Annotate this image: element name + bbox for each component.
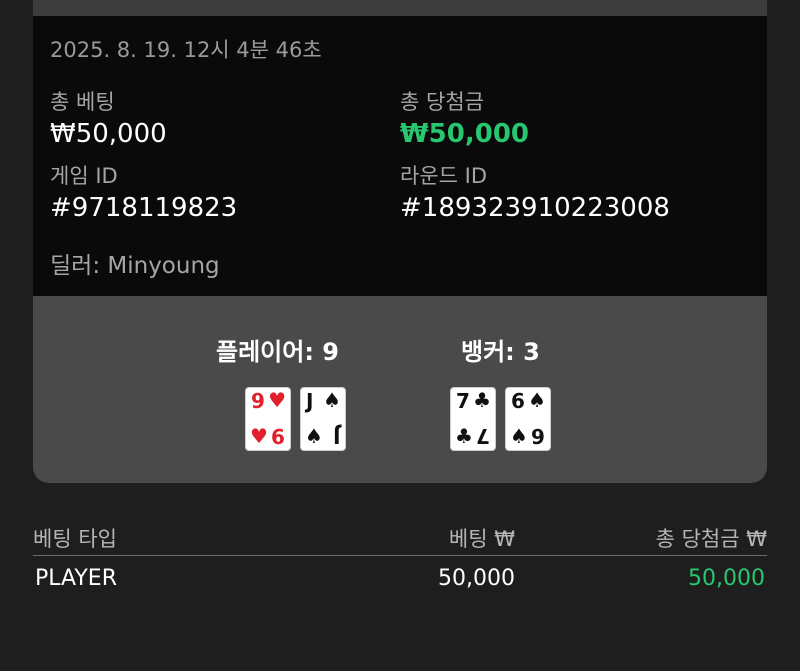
total-win-value: ₩50,000 [400,119,530,149]
round-id-value: #189323910223008 [400,193,670,223]
card-rank: 7 [456,389,470,413]
hands-area: 플레이어: 9 뱅커: 3 9 ♥ ♥ 9 J ♠ ♠ J 7 ♣ ♣ 7 6 ♠ ♠ 6 [33,296,767,483]
card-rank: J [306,389,314,413]
card-suit-icon: ♠ [305,424,323,448]
dealer-name: 딜러: Minyoung [50,253,220,279]
total-bet-value: ₩50,000 [50,119,167,149]
header-bet-amount: 베팅 ₩ [448,527,515,551]
player-card-1: 9 ♥ ♥ 9 [245,387,291,451]
card-suit-icon: ♠ [510,424,528,448]
round-info-panel: 2025. 8. 19. 12시 4분 46초 총 베팅 ₩50,000 총 당… [33,16,767,296]
card-rank: 6 [531,424,545,448]
banker-card-1: 7 ♣ ♣ 7 [450,387,496,451]
total-bet-label: 총 베팅 [50,90,115,114]
row-bet-type: PLAYER [35,566,117,591]
card-rank: J [332,424,340,448]
card-suit-icon: ♠ [323,388,341,412]
round-detail-page: 2025. 8. 19. 12시 4분 46초 총 베팅 ₩50,000 총 당… [0,0,800,671]
card-top-strip [33,0,767,16]
card-suit-icon: ♥ [250,424,268,448]
total-win-label: 총 당첨금 [400,90,484,114]
header-total-win: 총 당첨금 ₩ [655,527,767,551]
header-bet-type: 베팅 타입 [33,527,117,551]
card-suit-icon: ♣ [473,388,491,412]
card-rank: 9 [271,424,285,448]
row-total-win: 50,000 [688,566,765,591]
card-suit-icon: ♥ [268,388,286,412]
round-timestamp: 2025. 8. 19. 12시 4분 46초 [50,38,322,62]
game-id-label: 게임 ID [50,164,118,188]
card-suit-icon: ♣ [455,424,473,448]
banker-hand-title: 뱅커: 3 [461,338,540,366]
card-rank: 6 [511,389,525,413]
row-bet-amount: 50,000 [438,566,515,591]
card-rank: 7 [476,424,490,448]
card-rank: 9 [251,389,265,413]
round-id-label: 라운드 ID [400,164,487,188]
banker-card-2: 6 ♠ ♠ 6 [505,387,551,451]
player-hand-title: 플레이어: 9 [216,338,339,366]
game-id-value: #9718119823 [50,193,238,223]
table-divider [33,555,767,556]
player-card-2: J ♠ ♠ J [300,387,346,451]
card-suit-icon: ♠ [528,388,546,412]
round-detail-card: 2025. 8. 19. 12시 4분 46초 총 베팅 ₩50,000 총 당… [33,0,767,483]
